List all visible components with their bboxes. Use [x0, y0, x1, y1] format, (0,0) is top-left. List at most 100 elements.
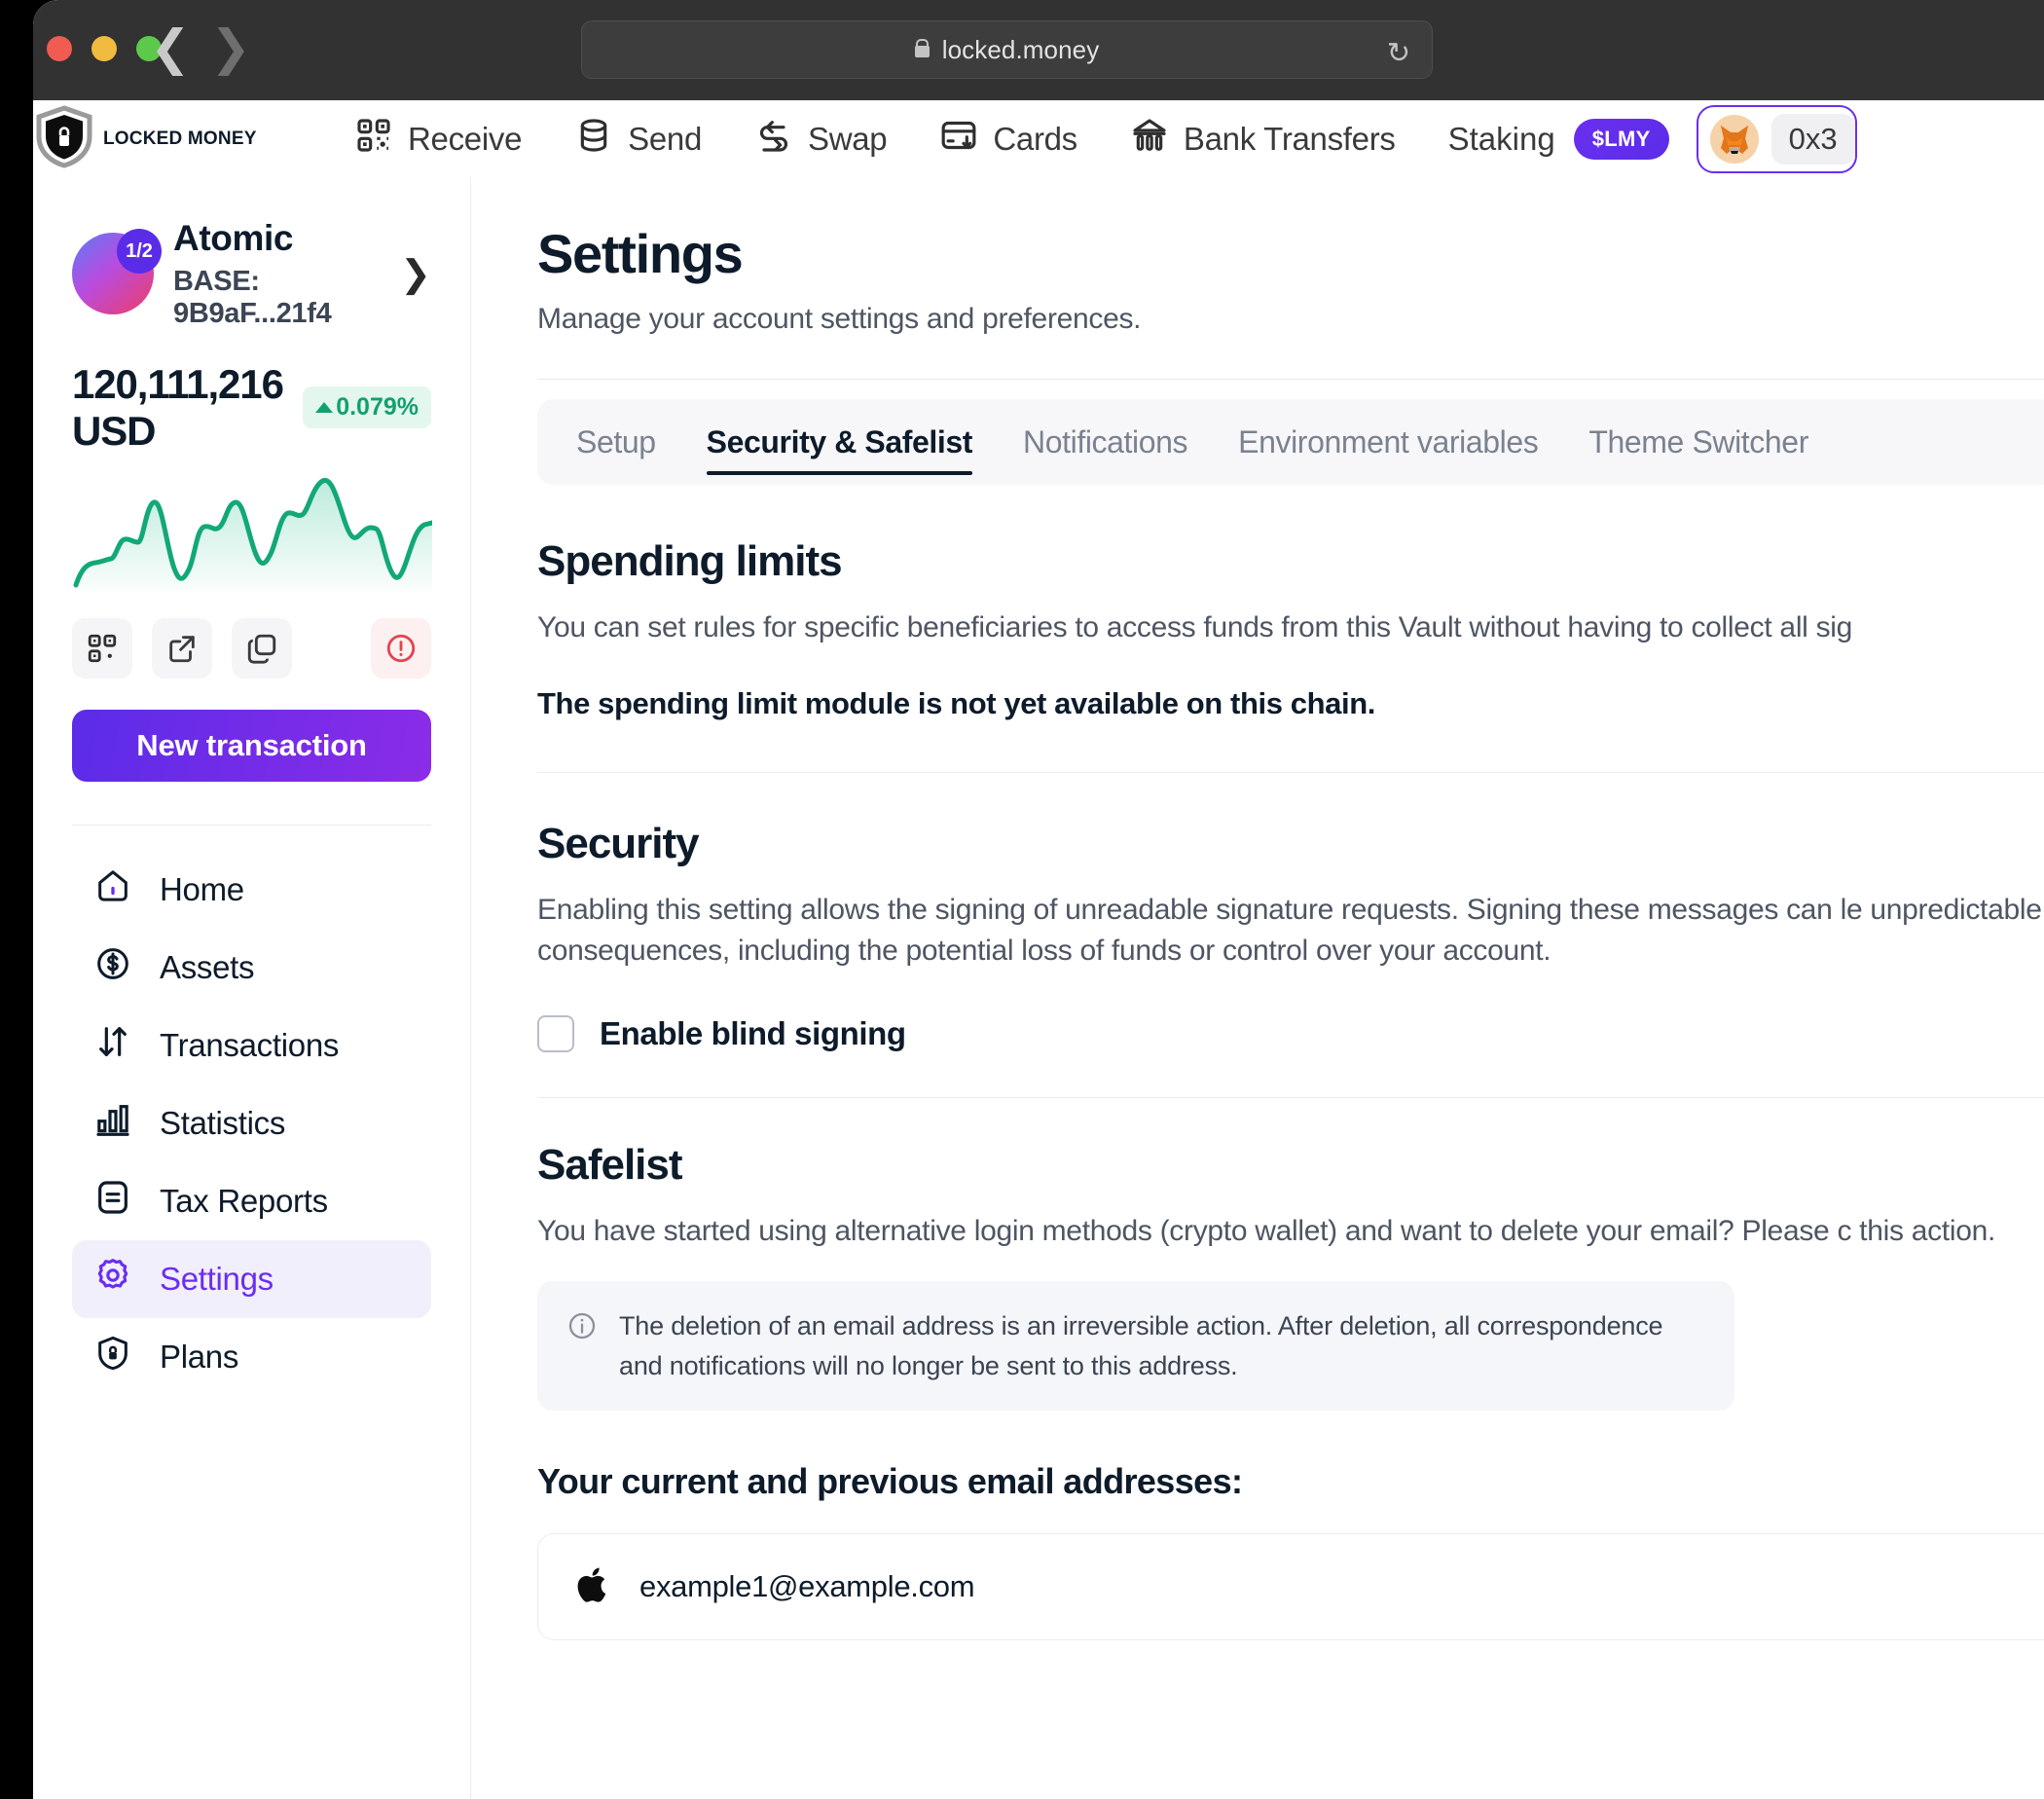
sidebar-item-statistics[interactable]: Statistics — [72, 1084, 431, 1162]
nav-label: Bank Transfers — [1184, 121, 1396, 158]
account-selector[interactable]: 1/2 Atomic BASE: 9B9aF...21f4 ❯ — [72, 218, 431, 330]
card-icon — [939, 116, 978, 163]
sidebar-item-label: Tax Reports — [160, 1183, 328, 1220]
balance-change-value: 0.079% — [336, 393, 419, 422]
spending-limits-description: You can set rules for specific beneficia… — [537, 607, 2044, 649]
page-title: Settings — [537, 222, 2044, 285]
dollar-circle-icon — [93, 944, 132, 991]
new-transaction-button[interactable]: New transaction — [72, 710, 431, 782]
security-title: Security — [537, 820, 2044, 868]
shield-lock-icon — [93, 1334, 132, 1380]
wallet-address[interactable]: 0x3 — [1771, 114, 1855, 165]
enable-blind-signing-row[interactable]: Enable blind signing — [537, 1015, 2044, 1052]
qr-code-icon — [354, 116, 393, 163]
nav-cards[interactable]: Cards — [939, 116, 1077, 163]
reload-icon[interactable]: ↻ — [1387, 36, 1410, 69]
info-circle-icon — [566, 1310, 598, 1385]
divider — [537, 379, 2044, 380]
tab-notifications[interactable]: Notifications — [1023, 399, 1187, 485]
gear-icon — [93, 1256, 132, 1303]
url-text: locked.money — [942, 35, 1100, 65]
back-button[interactable]: ❮ — [150, 14, 191, 82]
apple-icon — [573, 1564, 614, 1610]
triangle-up-icon — [315, 402, 333, 413]
url-bar[interactable]: locked.money ↻ — [581, 20, 1433, 79]
home-icon — [93, 866, 132, 913]
transfer-arrows-icon — [93, 1022, 132, 1069]
staking-label: Staking — [1448, 121, 1555, 158]
sidebar-divider — [72, 825, 431, 826]
account-name: Atomic — [173, 218, 400, 260]
balance-sparkline-chart — [72, 470, 431, 597]
browser-titlebar: ❮ ❯ locked.money ↻ — [33, 0, 2044, 100]
nav-bank-transfers[interactable]: Bank Transfers — [1130, 116, 1396, 163]
bar-chart-icon — [93, 1100, 132, 1147]
tab-theme-switcher[interactable]: Theme Switcher — [1588, 399, 1808, 485]
balance-value: 120,111,216 USD — [72, 361, 283, 455]
forward-button[interactable]: ❯ — [210, 14, 251, 82]
balance-row: 120,111,216 USD 0.079% — [72, 361, 431, 455]
enable-blind-signing-label: Enable blind signing — [600, 1015, 906, 1052]
main-content: Settings Manage your account settings an… — [471, 177, 2044, 1799]
sidebar-item-transactions[interactable]: Transactions — [72, 1007, 431, 1084]
page-subtitle: Manage your account settings and prefere… — [537, 303, 2044, 336]
nav-staking[interactable]: Staking $LMY — [1448, 119, 1669, 160]
chevron-right-icon[interactable]: ❯ — [400, 252, 431, 295]
shield-lock-icon — [33, 103, 97, 174]
brand-name: LOCKED MONEY — [103, 128, 257, 150]
external-link-icon[interactable] — [152, 618, 212, 679]
threshold-badge: 1/2 — [117, 229, 162, 274]
nav-label: Swap — [808, 121, 887, 158]
tab-security-safelist[interactable]: Security & Safelist — [707, 399, 972, 485]
account-address: BASE: 9B9aF...21f4 — [173, 266, 400, 330]
close-window-button[interactable] — [47, 36, 72, 61]
metamask-fox-icon — [1710, 115, 1759, 164]
nav-label: Receive — [408, 121, 522, 158]
spending-limits-title: Spending limits — [537, 537, 2044, 586]
quick-actions — [72, 618, 431, 679]
tab-setup[interactable]: Setup — [576, 399, 656, 485]
app-header: LOCKED MONEY Receive — [33, 100, 2044, 177]
sidebar-item-assets[interactable]: Assets — [72, 929, 431, 1007]
sidebar-item-settings[interactable]: Settings — [72, 1240, 431, 1318]
nav-send[interactable]: Send — [574, 116, 702, 163]
browser-window: ❮ ❯ locked.money ↻ LOCKED MONEY — [33, 0, 2044, 1799]
minimize-window-button[interactable] — [91, 36, 117, 61]
nav-swap[interactable]: Swap — [754, 116, 887, 163]
tab-environment-variables[interactable]: Environment variables — [1238, 399, 1538, 485]
alert-circle-icon[interactable] — [371, 618, 431, 679]
enable-blind-signing-checkbox[interactable] — [537, 1015, 574, 1052]
sidebar-item-label: Plans — [160, 1339, 238, 1376]
sidebar-item-tax-reports[interactable]: Tax Reports — [72, 1162, 431, 1240]
lock-icon — [915, 46, 930, 57]
safelist-title: Safelist — [537, 1141, 2044, 1190]
balance-change-badge: 0.079% — [303, 386, 431, 428]
sidebar-nav: Home Assets — [72, 851, 431, 1396]
email-list-item: example1@example.com R — [537, 1533, 2044, 1640]
nav-receive[interactable]: Receive — [354, 116, 522, 163]
sidebar-item-plans[interactable]: Plans — [72, 1318, 431, 1396]
safelist-description: You have started using alternative login… — [537, 1211, 2044, 1253]
lmy-token-badge: $LMY — [1574, 119, 1669, 160]
nav-label: Cards — [993, 121, 1077, 158]
copy-icon[interactable] — [232, 618, 292, 679]
brand-logo[interactable]: LOCKED MONEY — [33, 103, 354, 174]
sidebar: 1/2 Atomic BASE: 9B9aF...21f4 ❯ 120,111,… — [33, 177, 471, 1799]
spending-limits-notice: The spending limit module is not yet ava… — [537, 686, 2044, 721]
sidebar-item-home[interactable]: Home — [72, 851, 431, 929]
nav-label: Send — [628, 121, 702, 158]
emails-section-title: Your current and previous email addresse… — [537, 1461, 2044, 1502]
qr-code-icon[interactable] — [72, 618, 132, 679]
sidebar-item-label: Statistics — [160, 1105, 285, 1142]
swap-arrows-icon — [754, 116, 793, 163]
safelist-info-text: The deletion of an email address is an i… — [619, 1306, 1705, 1385]
sidebar-item-label: Transactions — [160, 1027, 339, 1064]
email-address: example1@example.com — [639, 1569, 974, 1604]
sidebar-item-label: Settings — [160, 1261, 274, 1298]
wallet-chip[interactable]: 0x3 — [1697, 105, 1857, 173]
security-description: Enabling this setting allows the signing… — [537, 890, 2044, 973]
settings-tabs: Setup Security & Safelist Notifications … — [537, 399, 2044, 485]
window-controls[interactable] — [47, 36, 162, 61]
safelist-info-box: The deletion of an email address is an i… — [537, 1281, 1734, 1411]
document-icon — [93, 1178, 132, 1225]
